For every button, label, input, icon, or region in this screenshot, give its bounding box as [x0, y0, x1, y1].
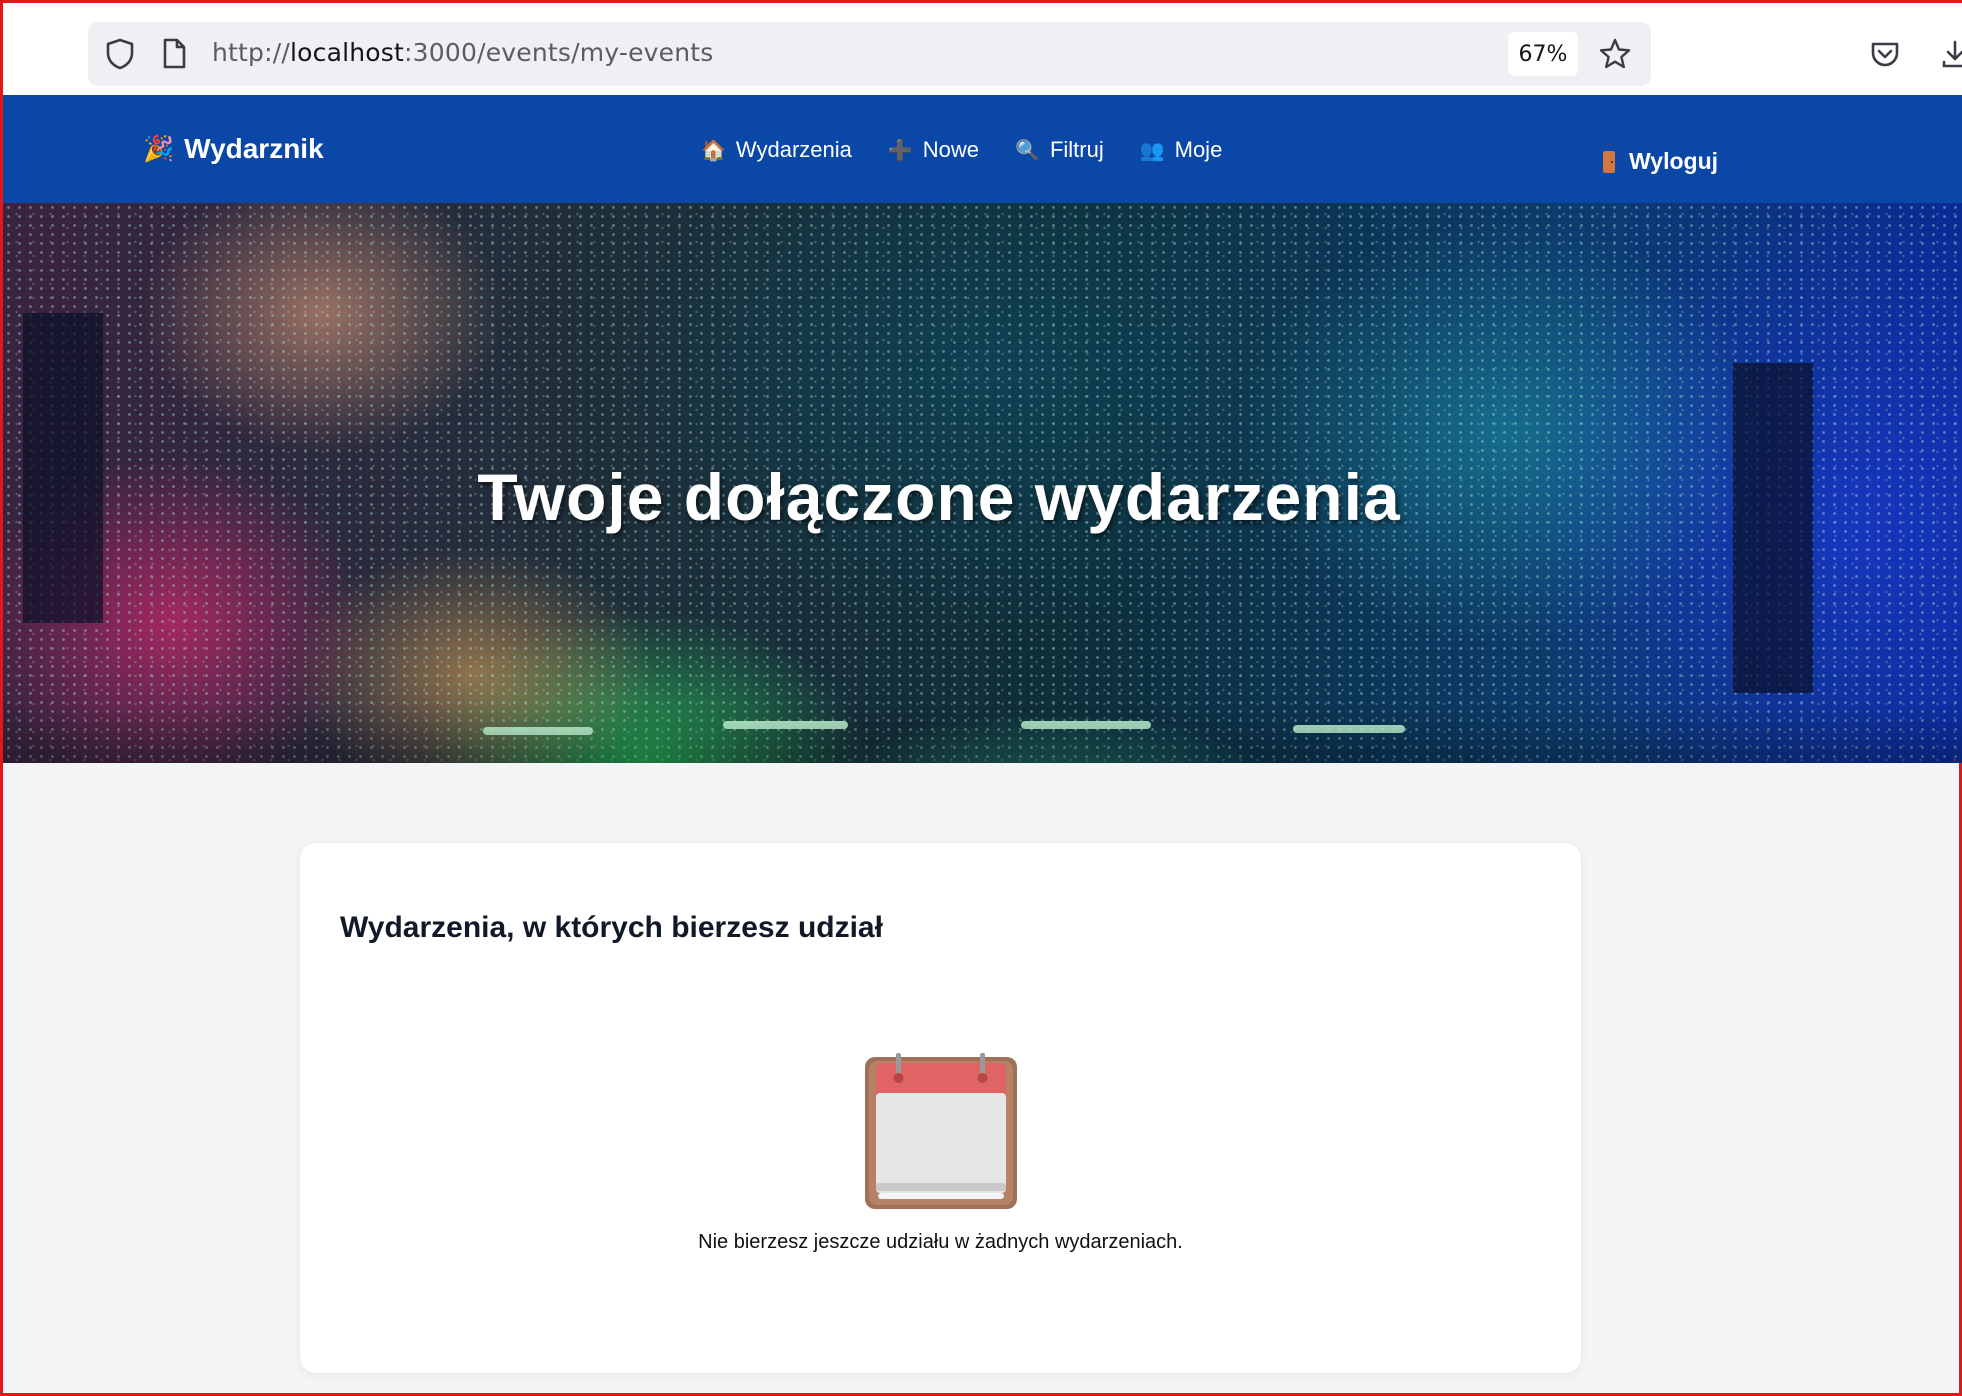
page-icon	[156, 36, 192, 72]
nav-link-wydarzenia[interactable]: 🏠 Wydarzenia	[701, 137, 852, 163]
nav-link-nowe[interactable]: ➕ Nowe	[888, 137, 979, 163]
logout-label: Wyloguj	[1629, 148, 1719, 174]
door-icon	[1603, 150, 1615, 173]
magnifier-icon: 🔍	[1015, 139, 1040, 162]
card-title: Wydarzenia, w których bierzesz udział	[340, 911, 883, 944]
hero-title: Twoje dołączone wydarzenia	[477, 460, 1401, 534]
plus-icon: ➕	[887, 139, 913, 162]
nav-link-label: Nowe	[922, 137, 980, 162]
calendar-icon	[863, 1053, 1019, 1211]
address-bar[interactable]: http://localhost:3000/events/my-events 6…	[88, 22, 1651, 86]
browser-toolbar: http://localhost:3000/events/my-events 6…	[3, 3, 1962, 95]
site-navbar: 🎉 Wydarznik 🏠 Wydarzenia ➕ Nowe 🔍 Filtru…	[3, 95, 1962, 203]
shield-icon[interactable]	[102, 36, 138, 72]
nav-link-label: Filtruj	[1049, 137, 1104, 162]
stage-truss	[3, 703, 1962, 763]
people-icon: 👥	[1139, 139, 1165, 162]
hero-banner: Twoje dołączone wydarzenia	[3, 203, 1962, 763]
nav-link-label: Moje	[1174, 137, 1223, 162]
house-icon: 🏠	[701, 139, 726, 162]
brand-logo[interactable]: 🎉 Wydarznik	[143, 133, 324, 165]
url-text[interactable]: http://localhost:3000/events/my-events	[212, 38, 714, 67]
nav-link-moje[interactable]: 👥 Moje	[1140, 137, 1223, 163]
download-icon[interactable]	[1935, 34, 1962, 74]
brand-label: Wydarznik	[184, 133, 324, 164]
nav-link-label: Wydarzenia	[735, 137, 852, 162]
my-events-card: Wydarzenia, w których bierzesz udział Ni…	[300, 843, 1581, 1373]
pocket-icon[interactable]	[1865, 34, 1905, 74]
empty-message: Nie bierzesz jeszcze udziału w żadnych w…	[698, 1231, 1183, 1253]
zoom-level-badge[interactable]: 67%	[1508, 32, 1578, 76]
nav-links: 🏠 Wydarzenia ➕ Nowe 🔍 Filtruj 👥 Moje	[701, 137, 1222, 163]
empty-state: Nie bierzesz jeszcze udziału w żadnych w…	[300, 1053, 1581, 1254]
logout-button[interactable]: Wyloguj	[1603, 148, 1718, 175]
star-icon[interactable]	[1597, 36, 1633, 72]
party-popper-icon: 🎉	[143, 134, 175, 163]
nav-link-filtruj[interactable]: 🔍 Filtruj	[1015, 137, 1104, 163]
